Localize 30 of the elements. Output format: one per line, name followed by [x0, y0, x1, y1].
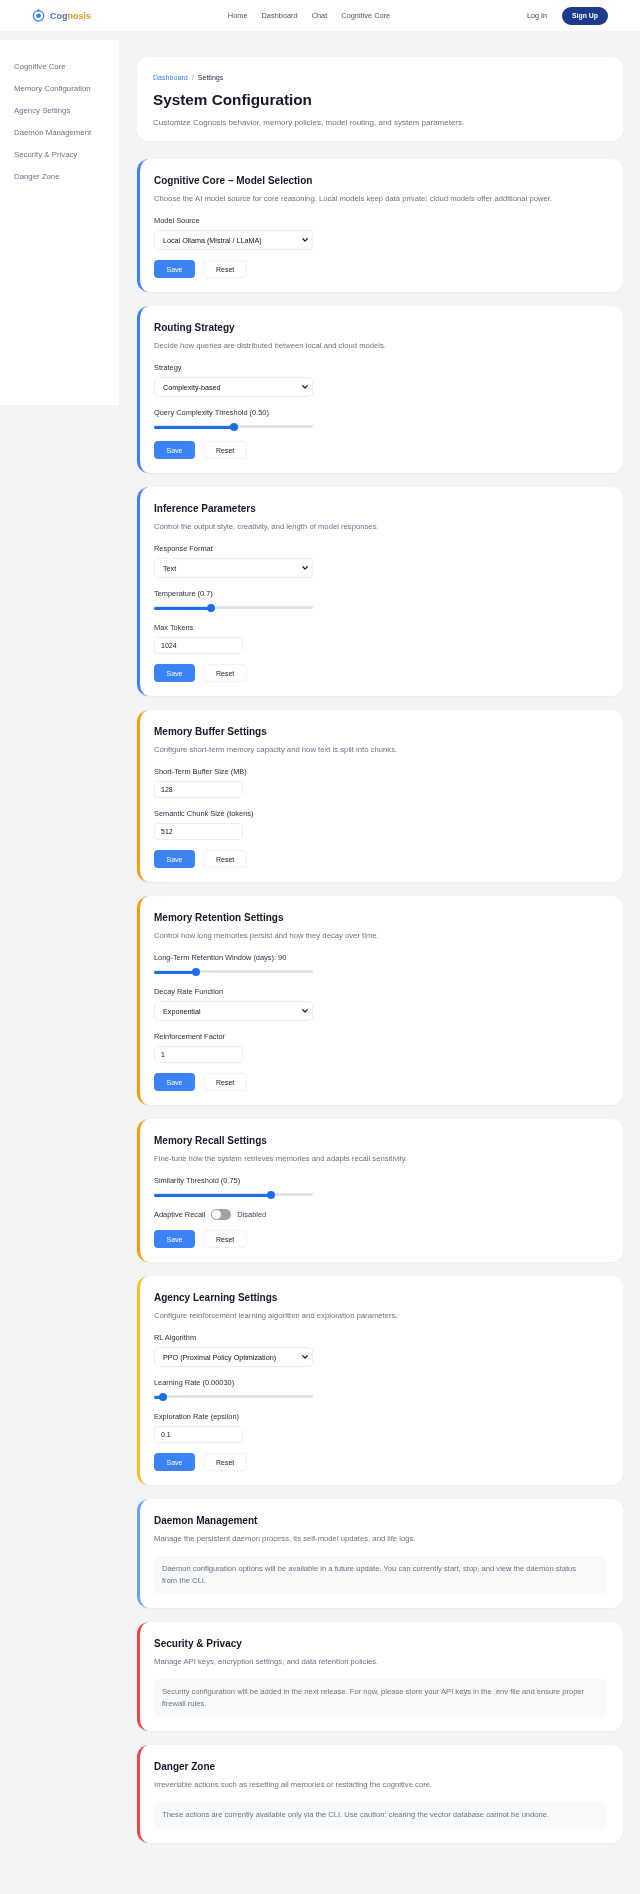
chevron-down-icon — [302, 1355, 308, 1359]
slider-thumb[interactable] — [158, 1393, 167, 1401]
page-title: System Configuration — [153, 90, 313, 110]
section-title: Agency Learning Settings — [154, 1291, 279, 1305]
section-title: Cognitive Core – Model Selection — [154, 174, 314, 188]
section-title: Routing Strategy — [154, 321, 236, 335]
slider-thumb[interactable] — [229, 423, 238, 431]
section-title: Danger Zone — [154, 1760, 217, 1774]
slider-thumb[interactable] — [191, 968, 200, 976]
slider-track[interactable] — [154, 1393, 313, 1401]
slider-track[interactable] — [154, 604, 313, 612]
page-subtitle: Customize Cognosis behavior, memory policies, model routing, and system parameters. — [153, 117, 466, 128]
section-title: Inference Parameters — [154, 502, 257, 516]
chevron-down-icon — [302, 1009, 308, 1013]
slider-track[interactable] — [154, 1191, 313, 1199]
section-title: Memory Recall Settings — [154, 1134, 268, 1148]
toggle-switch[interactable] — [211, 1209, 232, 1220]
chevron-down-icon — [302, 566, 308, 570]
section-title: Memory Retention Settings — [154, 911, 285, 925]
slider-thumb[interactable] — [267, 1191, 276, 1199]
slider-thumb[interactable] — [206, 604, 215, 612]
slider-track[interactable] — [154, 423, 313, 431]
section-title: Security & Privacy — [154, 1637, 243, 1651]
chevron-down-icon — [302, 385, 308, 389]
brand-name[interactable]: Cognosis — [50, 9, 91, 22]
chevron-down-icon — [302, 238, 308, 242]
section-title: Daemon Management — [154, 1514, 259, 1528]
logo-icon[interactable] — [32, 9, 45, 22]
section-title: Memory Buffer Settings — [154, 725, 268, 739]
slider-track[interactable] — [154, 968, 313, 976]
